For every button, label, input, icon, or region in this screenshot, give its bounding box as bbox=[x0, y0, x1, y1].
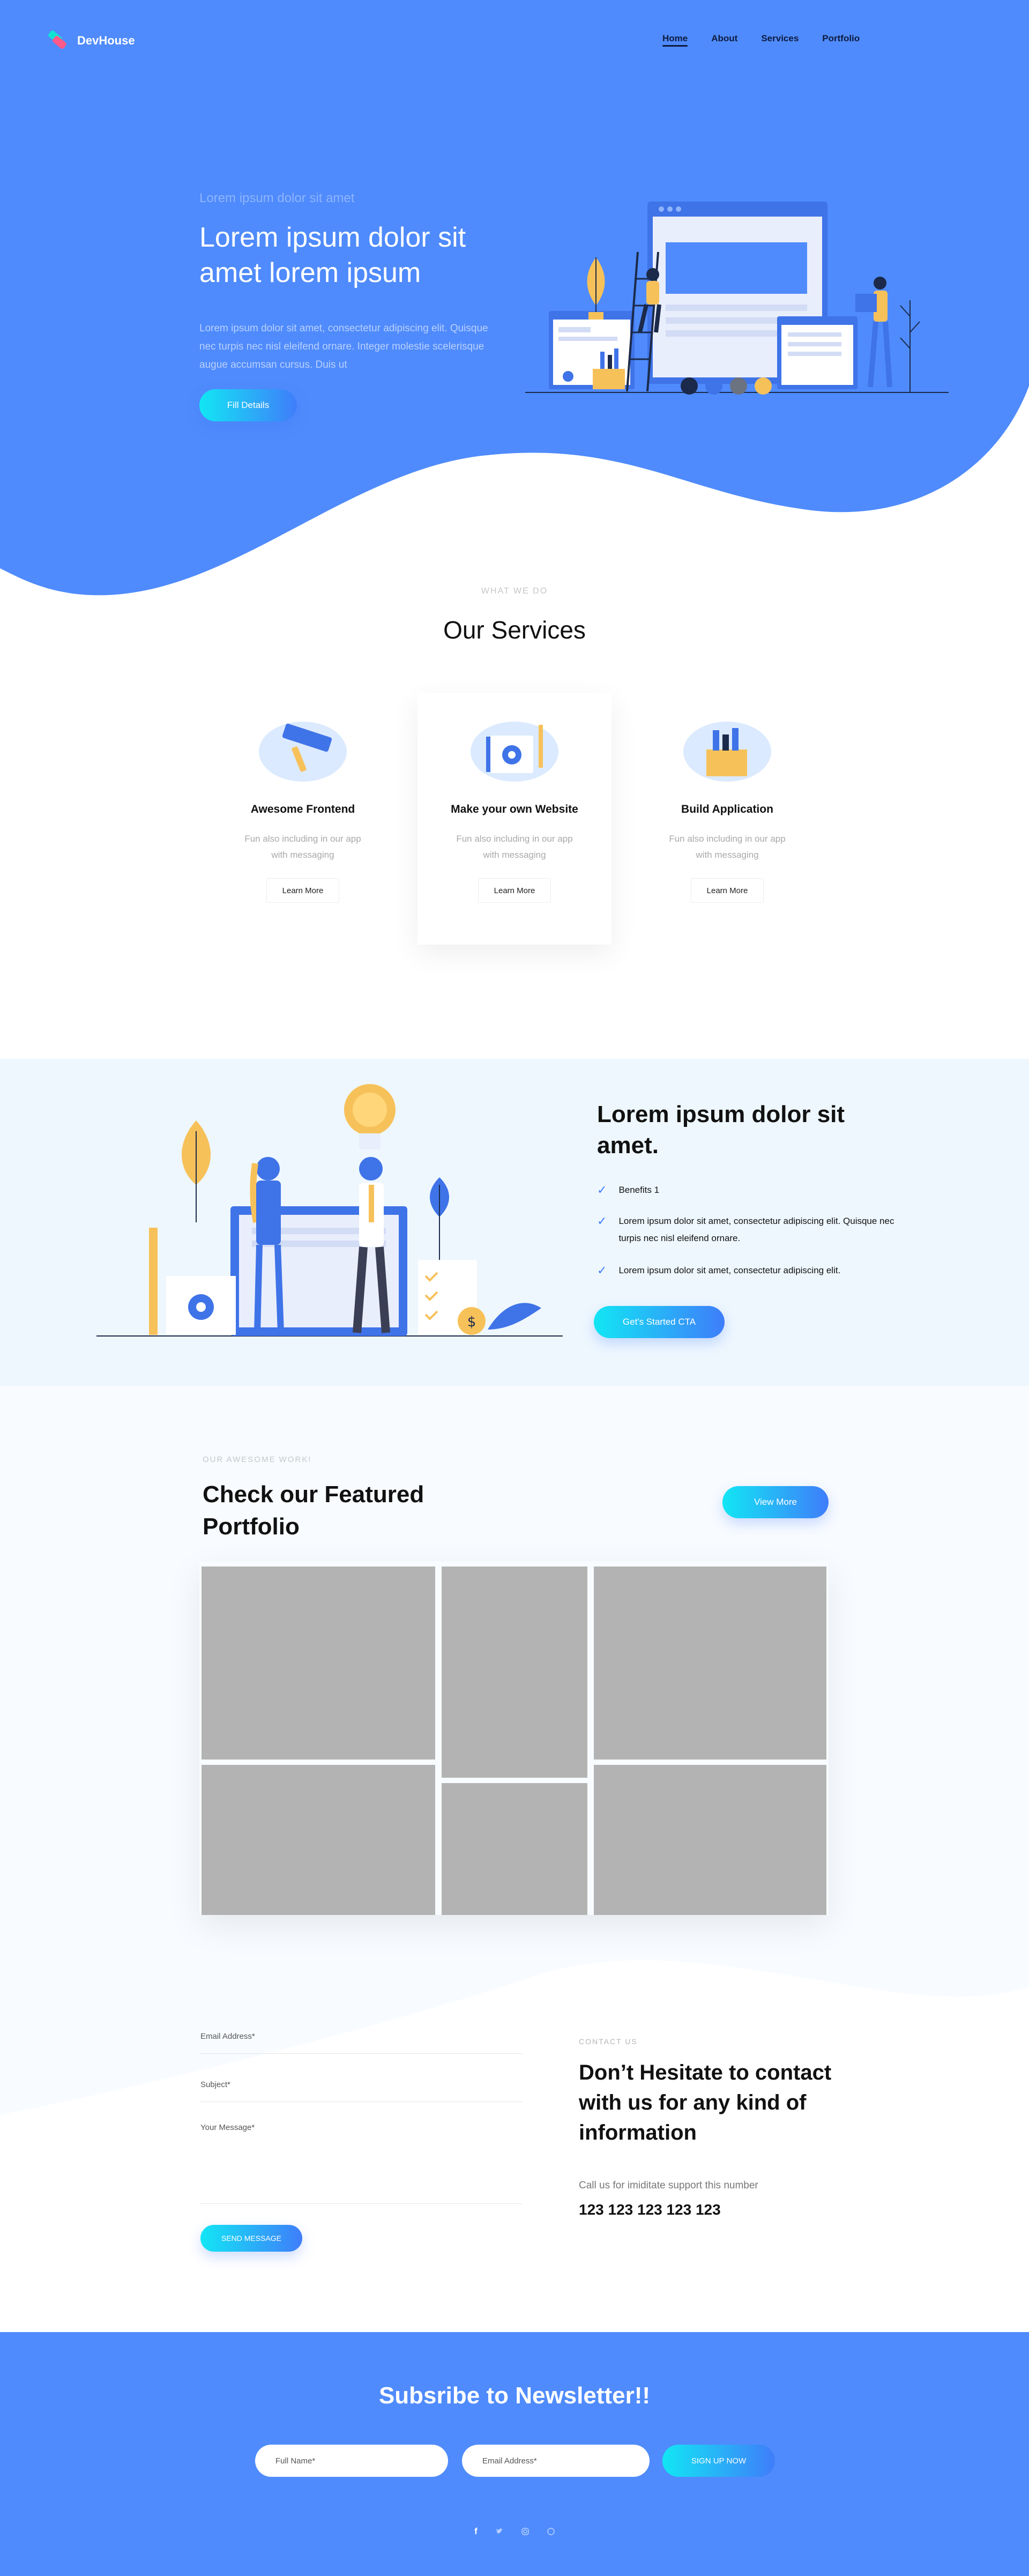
message-field-label: Your Message* bbox=[200, 2123, 255, 2132]
portfolio-item[interactable] bbox=[594, 1765, 826, 1915]
benefits-illustration: $ bbox=[96, 1084, 563, 1337]
benefit-text: Benefits 1 bbox=[618, 1185, 660, 1195]
view-more-button[interactable]: View More bbox=[722, 1486, 829, 1518]
portfolio-item[interactable] bbox=[202, 1567, 435, 1760]
benefit-item: ✓ Lorem ipsum dolor sit amet, consectetu… bbox=[597, 1262, 897, 1279]
portfolio-title: Check our Featured Portfolio bbox=[203, 1481, 424, 1540]
email-input[interactable]: Email Address* bbox=[462, 2445, 650, 2477]
service-text: Fun also including in our app with messa… bbox=[244, 834, 361, 860]
hero-description: Lorem ipsum dolor sit amet, consectetur … bbox=[199, 323, 488, 370]
benefits-title: Lorem ipsum dolor sit amet. bbox=[597, 1101, 845, 1159]
hero-title: Lorem ipsum dolor sit amet lorem ipsum bbox=[199, 222, 466, 288]
full-name-input[interactable]: Full Name* bbox=[255, 2445, 448, 2477]
contact-eyebrow: CONTACT US bbox=[579, 2037, 638, 2046]
main-nav: Home About Services Portfolio bbox=[662, 33, 860, 47]
check-icon: ✓ bbox=[597, 1183, 607, 1197]
sign-up-button[interactable]: SIGN UP NOW bbox=[662, 2445, 775, 2477]
contact-title: Don’t Hesitate to contact with us for an… bbox=[579, 2061, 832, 2144]
portfolio-grid bbox=[199, 1561, 829, 1915]
support-text: Call us for imiditate support this numbe… bbox=[579, 2180, 758, 2191]
nav-about[interactable]: About bbox=[711, 33, 737, 44]
nav-home[interactable]: Home bbox=[662, 33, 688, 47]
twitter-icon[interactable] bbox=[496, 2528, 503, 2535]
benefit-text: Lorem ipsum dolor sit amet, consectetur … bbox=[618, 1216, 894, 1243]
benefit-item: ✓ Benefits 1 bbox=[597, 1182, 897, 1199]
logo-icon bbox=[48, 30, 66, 49]
service-title: Build Application bbox=[681, 803, 773, 815]
check-icon: ✓ bbox=[597, 1264, 607, 1277]
service-text: Fun also including in our app with messa… bbox=[669, 834, 786, 860]
website-settings-icon bbox=[471, 722, 558, 782]
service-title: Make your own Website bbox=[451, 803, 578, 815]
portfolio-item[interactable] bbox=[442, 1783, 587, 1915]
hero-illustration bbox=[525, 202, 949, 395]
nav-portfolio[interactable]: Portfolio bbox=[822, 33, 860, 44]
email-field-label: Email Address* bbox=[200, 2032, 255, 2041]
portfolio-eyebrow: OUR AWESOME WORK! bbox=[203, 1455, 312, 1464]
toolbox-icon bbox=[683, 722, 771, 782]
learn-more-button[interactable]: Learn More bbox=[266, 878, 339, 903]
message-field[interactable] bbox=[200, 2203, 522, 2204]
service-title: Awesome Frontend bbox=[250, 803, 355, 815]
service-card-application: Build Application Fun also including in … bbox=[630, 693, 824, 945]
logo[interactable]: DevHouse bbox=[46, 30, 135, 51]
service-card-website: Make your own Website Fun also including… bbox=[417, 693, 612, 945]
svg-text:$: $ bbox=[467, 1314, 476, 1330]
portfolio-item[interactable] bbox=[594, 1567, 826, 1760]
benefit-item: ✓ Lorem ipsum dolor sit amet, consectetu… bbox=[597, 1213, 897, 1247]
learn-more-button[interactable]: Learn More bbox=[691, 878, 764, 903]
paint-roller-icon bbox=[259, 722, 347, 782]
instagram-icon[interactable] bbox=[521, 2528, 529, 2535]
check-icon: ✓ bbox=[597, 1214, 607, 1228]
brand-name: DevHouse bbox=[77, 34, 135, 47]
service-card-frontend: Awesome Frontend Fun also including in o… bbox=[206, 693, 400, 945]
portfolio-item[interactable] bbox=[202, 1765, 435, 1915]
email-field[interactable] bbox=[200, 2053, 522, 2054]
service-text: Fun also including in our app with messa… bbox=[456, 834, 573, 860]
facebook-icon[interactable]: f bbox=[474, 2526, 478, 2537]
benefit-text: Lorem ipsum dolor sit amet, consectetur … bbox=[618, 1265, 841, 1275]
newsletter-title: Subsribe to Newsletter!! bbox=[378, 2382, 651, 2409]
subject-field-label: Subject* bbox=[200, 2080, 230, 2089]
get-started-button[interactable]: Get's Started CTA bbox=[594, 1306, 725, 1338]
send-message-button[interactable]: SEND MESSAGE bbox=[200, 2225, 302, 2252]
dribbble-icon[interactable] bbox=[547, 2528, 555, 2535]
learn-more-button[interactable]: Learn More bbox=[478, 878, 551, 903]
social-links: f bbox=[472, 2526, 557, 2537]
portfolio-item[interactable] bbox=[442, 1567, 587, 1778]
hero-eyebrow: Lorem ipsum dolor sit amet bbox=[199, 191, 355, 205]
services-eyebrow: WHAT WE DO bbox=[481, 587, 548, 596]
support-phone[interactable]: 123 123 123 123 123 bbox=[579, 2201, 721, 2218]
nav-services[interactable]: Services bbox=[761, 33, 799, 44]
fill-details-button[interactable]: Fill Details bbox=[199, 389, 297, 421]
services-title: Our Services bbox=[443, 616, 586, 644]
